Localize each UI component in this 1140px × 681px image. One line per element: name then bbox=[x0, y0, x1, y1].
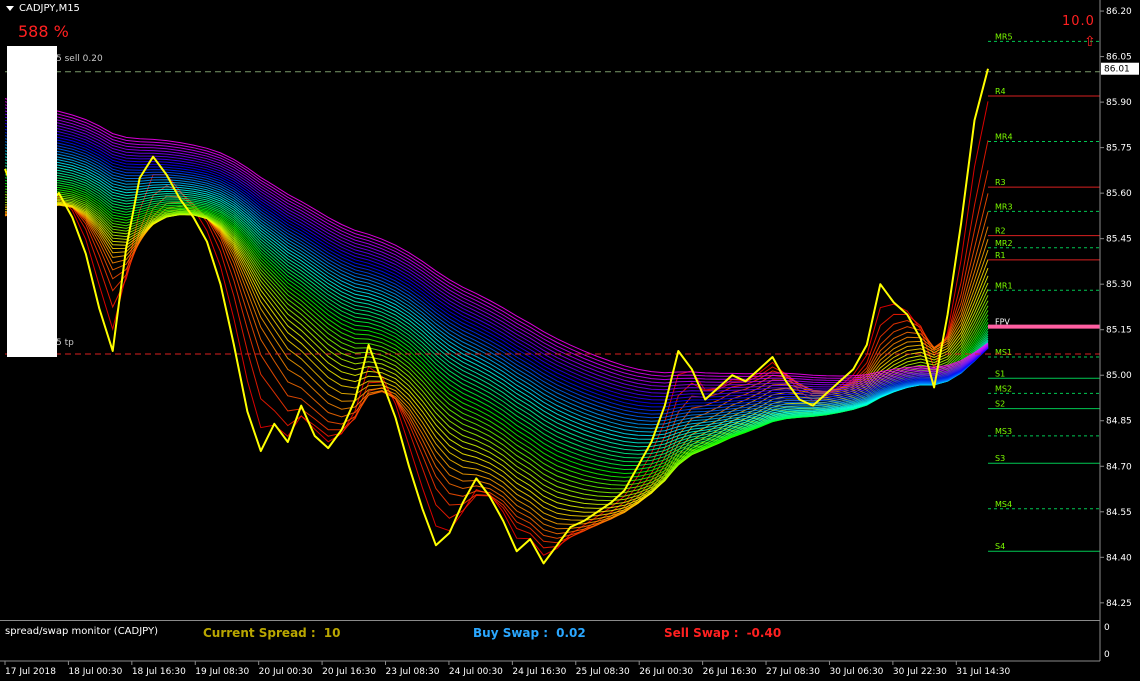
current-price-label: 86.01 bbox=[1104, 65, 1130, 75]
x-tick-label: 24 Jul 00:30 bbox=[449, 667, 503, 677]
level-label: R4 bbox=[995, 87, 1006, 96]
level-label: R2 bbox=[995, 227, 1006, 236]
ma-line bbox=[4, 203, 989, 513]
current-spread-value: 10 bbox=[323, 626, 341, 640]
sell-swap-value: -0.40 bbox=[746, 626, 782, 640]
x-tick-label: 18 Jul 00:30 bbox=[68, 667, 122, 677]
y-tick-label: 85.30 bbox=[1106, 280, 1132, 290]
y-tick-label: 86.20 bbox=[1106, 7, 1132, 17]
ma-line bbox=[4, 110, 989, 387]
y-tick-label: 85.75 bbox=[1106, 144, 1132, 154]
y-tick-label: 85.15 bbox=[1106, 326, 1132, 336]
level-label: MS2 bbox=[995, 384, 1012, 393]
ma-line bbox=[4, 132, 989, 412]
y-tick-label: 84.85 bbox=[1106, 417, 1132, 427]
level-label: MR5 bbox=[995, 32, 1013, 41]
ma-line bbox=[4, 203, 989, 530]
level-label: MS3 bbox=[995, 427, 1012, 436]
ma-line bbox=[4, 194, 989, 490]
x-tick-label: 26 Jul 00:30 bbox=[639, 667, 693, 677]
level-label: MR3 bbox=[995, 202, 1013, 211]
ma-line bbox=[4, 185, 989, 478]
x-tick-label: 31 Jul 14:30 bbox=[956, 667, 1010, 677]
ma-line bbox=[5, 201, 989, 505]
current-spread-label: Current Spread : bbox=[203, 626, 316, 640]
level-label: S3 bbox=[995, 454, 1005, 463]
percent-label: 588 % bbox=[18, 22, 69, 41]
ma-line bbox=[4, 170, 989, 544]
x-tick-label: 17 Jul 2018 bbox=[5, 667, 56, 677]
buy-swap: Buy Swap : 0.02 bbox=[473, 626, 586, 640]
sell-swap: Sell Swap : -0.40 bbox=[664, 626, 781, 640]
x-tick-label: 27 Jul 08:30 bbox=[766, 667, 820, 677]
price-line bbox=[4, 68, 989, 565]
x-tick-label: 24 Jul 16:30 bbox=[512, 667, 566, 677]
x-tick-label: 18 Jul 16:30 bbox=[132, 667, 186, 677]
price-chart[interactable]: MR5 R4 MR4 R3 MR3 R2 MR2 R1 MR1 FPV MS1 S1 MS2 S2 MS3 S… bbox=[0, 0, 1140, 681]
white-info-panel bbox=[7, 46, 57, 357]
x-tick-label: 20 Jul 16:30 bbox=[322, 667, 376, 677]
ma-line bbox=[4, 129, 989, 408]
level-label: S4 bbox=[995, 542, 1005, 551]
counter-label: 10.0 bbox=[1062, 14, 1095, 29]
dropdown-arrow-icon[interactable] bbox=[6, 5, 14, 11]
level-label: MS4 bbox=[995, 500, 1012, 509]
level-label: S2 bbox=[995, 400, 1005, 409]
current-spread: Current Spread : 10 bbox=[203, 626, 340, 640]
ma-line bbox=[4, 125, 989, 404]
level-label: FPV bbox=[995, 318, 1010, 327]
ma-line bbox=[4, 202, 989, 535]
y-tick-label: 85.60 bbox=[1106, 189, 1132, 199]
level-label: R1 bbox=[995, 251, 1006, 260]
up-arrow-icon: ⇧ bbox=[1084, 34, 1096, 50]
y-tick-label: 85.90 bbox=[1106, 98, 1132, 108]
ma-line bbox=[4, 204, 989, 517]
sub-scale-bottom: 0 bbox=[1104, 650, 1110, 660]
sell-swap-label: Sell Swap : bbox=[664, 626, 739, 640]
level-label: MS1 bbox=[995, 348, 1012, 357]
x-tick-label: 20 Jul 00:30 bbox=[259, 667, 313, 677]
ma-line bbox=[4, 204, 989, 525]
ma-line bbox=[4, 107, 989, 384]
level-label: R3 bbox=[995, 178, 1006, 187]
x-tick-label: 26 Jul 16:30 bbox=[703, 667, 757, 677]
y-tick-label: 85.45 bbox=[1106, 235, 1132, 245]
x-tick-label: 23 Jul 08:30 bbox=[386, 667, 440, 677]
ma-line bbox=[4, 193, 989, 539]
ma-line bbox=[4, 196, 989, 494]
buy-swap-label: Buy Swap : bbox=[473, 626, 549, 640]
x-tick-label: 30 Jul 06:30 bbox=[829, 667, 883, 677]
x-tick-label: 19 Jul 08:30 bbox=[195, 667, 249, 677]
x-tick-label: 30 Jul 22:30 bbox=[893, 667, 947, 677]
y-tick-label: 86.05 bbox=[1106, 53, 1132, 63]
ma-line bbox=[4, 98, 989, 377]
level-label: MR1 bbox=[995, 281, 1013, 290]
sub-scale-top: 0 bbox=[1104, 623, 1110, 633]
ma-ribbon bbox=[4, 98, 989, 556]
ma-line bbox=[4, 122, 989, 401]
symbol-text: CADJPY,M15 bbox=[19, 3, 80, 14]
y-tick-label: 84.40 bbox=[1106, 553, 1132, 563]
ma-line bbox=[4, 159, 989, 444]
y-tick-label: 85.00 bbox=[1106, 371, 1132, 381]
ma-line bbox=[4, 191, 989, 486]
symbol-label[interactable]: CADJPY,M15 bbox=[6, 3, 80, 14]
y-tick-label: 84.55 bbox=[1106, 508, 1132, 518]
level-label: S1 bbox=[995, 369, 1005, 378]
ma-line bbox=[4, 104, 989, 381]
sell-order-label: 5 sell 0.20 bbox=[56, 54, 103, 64]
sub-panel-title: spread/swap monitor (CADJPY) bbox=[5, 626, 158, 637]
x-tick-label: 25 Jul 08:30 bbox=[576, 667, 630, 677]
price-path bbox=[4, 68, 989, 565]
pivot-levels: MR5 R4 MR4 R3 MR3 R2 MR2 R1 MR1 FPV MS1 S1 MS2 S2 MS3 S… bbox=[988, 32, 1100, 552]
ma-line bbox=[4, 200, 989, 502]
y-tick-label: 84.25 bbox=[1106, 599, 1132, 609]
y-tick-label: 84.70 bbox=[1106, 462, 1132, 472]
take-profit-label: 5 tp bbox=[56, 338, 74, 348]
level-label: MR2 bbox=[995, 239, 1013, 248]
buy-swap-value: 0.02 bbox=[556, 626, 586, 640]
ma-line bbox=[4, 188, 989, 482]
level-label: MR4 bbox=[995, 133, 1013, 142]
